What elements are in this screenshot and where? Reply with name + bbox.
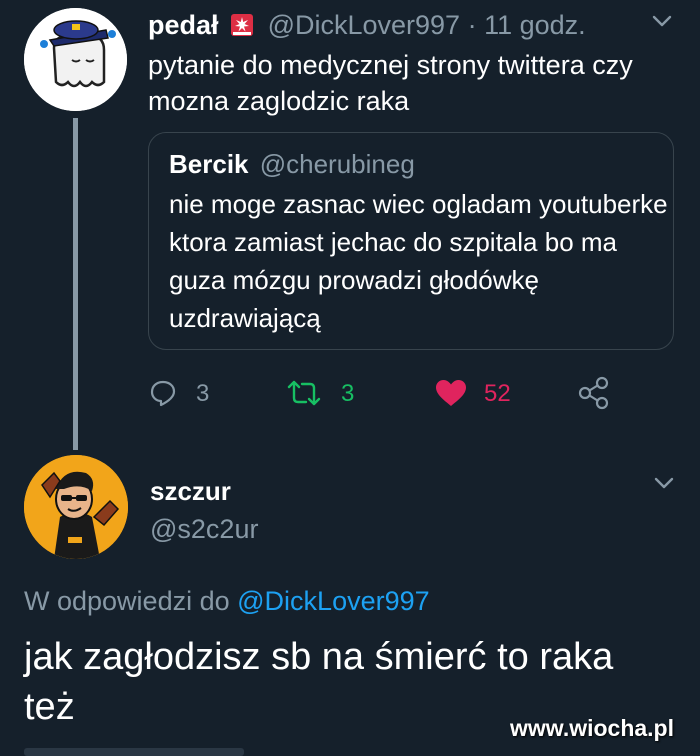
avatar-szczur[interactable] [24, 455, 128, 559]
quoted-tweet-text: nie moge zasnac wiec ogladam youtuberke … [169, 189, 668, 333]
chevron-down-icon[interactable] [653, 476, 675, 490]
cartoon-character-avatar-icon [24, 455, 128, 559]
share-icon [578, 376, 609, 410]
watermark: www.wiocha.pl [510, 715, 674, 741]
like-action[interactable]: 52 [434, 378, 524, 410]
tweet2-handle[interactable]: @s2c2ur [150, 512, 258, 546]
retweet-count: 3 [341, 380, 355, 407]
share-action[interactable] [578, 376, 610, 410]
reply-to-line: W odpowiedzi do @DickLover997 [24, 584, 430, 618]
retweet-icon [287, 380, 321, 406]
cropped-content-strip [24, 748, 244, 756]
tweet1-timestamp[interactable]: 11 godz. [484, 10, 586, 40]
chevron-down-icon[interactable] [651, 14, 673, 28]
reply-action[interactable]: 3 [148, 378, 228, 410]
tweet1-text: pytanie do medycznej strony twittera czy… [148, 50, 633, 116]
quoted-tweet-card[interactable]: Bercik @cherubineg nie moge zasnac wiec … [148, 132, 674, 350]
tweet1-display-name[interactable]: pedał [148, 10, 219, 40]
tweet1-handle[interactable]: @DickLover997 [268, 10, 461, 40]
tweet1-separator: · [467, 10, 477, 40]
reply-to-mention-link[interactable]: @DickLover997 [237, 586, 430, 616]
quoted-tweet-handle: @cherubineg [259, 149, 415, 179]
quoted-tweet-display-name: Bercik [169, 149, 249, 179]
police-ghost-avatar-icon [24, 8, 127, 111]
thread-connector-line [73, 118, 78, 450]
reply-to-label: W odpowiedzi do [24, 586, 230, 616]
tweet2-display-name[interactable]: szczur [150, 474, 231, 508]
avatar-pedal[interactable] [24, 8, 127, 111]
reply-icon [150, 380, 176, 407]
tweet1-header: pedał @DickLover997 · 11 godz. [148, 8, 586, 42]
heart-icon [436, 380, 466, 406]
reply-count: 3 [196, 380, 210, 407]
police-siren-icon [230, 11, 254, 36]
like-count: 52 [484, 380, 511, 407]
retweet-action[interactable]: 3 [286, 378, 366, 410]
quoted-tweet-header: Bercik @cherubineg [169, 147, 415, 181]
